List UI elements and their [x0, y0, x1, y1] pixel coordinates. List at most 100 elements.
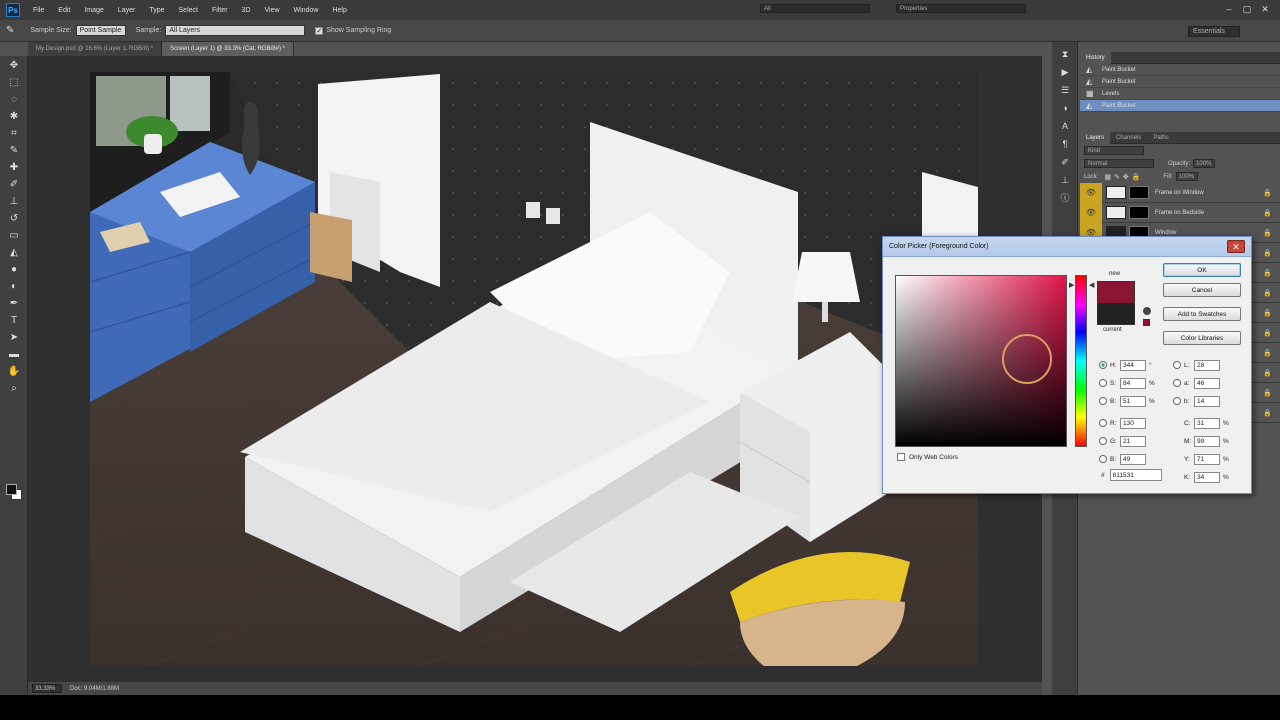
menu-file[interactable]: File [26, 7, 51, 14]
opacity-field[interactable]: 100% [1193, 159, 1216, 168]
tab-channels[interactable]: Channels [1110, 132, 1147, 144]
black-field[interactable]: 34 [1194, 471, 1220, 483]
layer-row[interactable]: 👁 Frame on Bedside 🔒 [1080, 202, 1280, 223]
history-brush-icon[interactable]: ↺ [6, 212, 22, 226]
web-safe-warning-icon[interactable] [1143, 319, 1150, 326]
web-colors-checkbox[interactable] [897, 453, 905, 461]
color-libraries-button[interactable]: Color Libraries [1163, 331, 1241, 345]
tab-my-design[interactable]: My Design.psd @ 16.6% (Layer 1, RGB/8) * [28, 42, 163, 56]
blur-tool-icon[interactable]: ● [6, 263, 22, 277]
blue-field[interactable]: 49 [1120, 453, 1146, 465]
lasso-tool-icon[interactable]: ◌ [6, 93, 22, 107]
green-radio[interactable] [1099, 437, 1107, 445]
adjustments-panel-icon[interactable]: ◑ [1058, 102, 1072, 114]
workspace-select[interactable]: Essentials [1188, 26, 1240, 37]
actions-panel-icon[interactable]: ▶ [1058, 66, 1072, 78]
doc-size[interactable]: Doc: 9.04M/1.88M [70, 686, 119, 692]
paragraph-panel-icon[interactable]: ¶ [1058, 138, 1072, 150]
dodge-tool-icon[interactable]: ◐ [6, 280, 22, 294]
yellow-field[interactable]: 71 [1194, 453, 1220, 465]
lab-l-radio[interactable] [1173, 361, 1181, 369]
red-radio[interactable] [1099, 419, 1107, 427]
move-tool-icon[interactable]: ✥ [6, 59, 22, 73]
marquee-tool-icon[interactable]: ⬚ [6, 76, 22, 90]
menu-view[interactable]: View [258, 7, 287, 14]
shape-tool-icon[interactable]: ▬ [6, 348, 22, 362]
properties-panel-icon[interactable]: ☰ [1058, 84, 1072, 96]
lab-a-radio[interactable] [1173, 379, 1181, 387]
zoom-level[interactable]: 33.33% [32, 684, 62, 693]
show-ring-checkbox[interactable]: ✓ [315, 26, 324, 35]
brush-tool-icon[interactable]: ✐ [6, 178, 22, 192]
stamp-tool-icon[interactable]: ⊥ [6, 195, 22, 209]
dialog-close-button[interactable]: ✕ [1227, 240, 1245, 253]
close-icon[interactable]: ✕ [1258, 3, 1272, 15]
brush-panel-icon[interactable]: ✐ [1058, 156, 1072, 168]
visibility-eye-icon[interactable]: 👁 [1080, 202, 1102, 223]
menu-window[interactable]: Window [287, 7, 326, 14]
history-item[interactable]: ◭ Paint Bucket [1080, 76, 1280, 88]
fill-field[interactable]: 100% [1175, 172, 1198, 181]
blue-radio[interactable] [1099, 455, 1107, 463]
cancel-button[interactable]: Cancel [1163, 283, 1241, 297]
layer-mask-thumbnail[interactable] [1129, 206, 1149, 219]
saturation-radio[interactable] [1099, 379, 1107, 387]
menu-filter[interactable]: Filter [205, 7, 235, 14]
green-field[interactable]: 21 [1120, 435, 1146, 447]
minimize-icon[interactable]: – [1222, 3, 1236, 15]
info-panel-icon[interactable]: ⓘ [1058, 192, 1072, 204]
sample-size-select[interactable]: Point Sample [75, 25, 126, 36]
type-tool-icon[interactable]: T [6, 314, 22, 328]
lab-l-field[interactable]: 28 [1194, 359, 1220, 371]
sample-select[interactable]: All Layers [165, 25, 306, 36]
saturation-field[interactable]: 84 [1120, 377, 1146, 389]
menu-3d[interactable]: 3D [235, 7, 258, 14]
history-item[interactable]: ▦ Levels [1080, 88, 1280, 100]
channel-select[interactable]: All [760, 4, 870, 13]
blend-mode-select[interactable]: Normal [1084, 159, 1154, 168]
maximize-icon[interactable]: ▢ [1240, 3, 1254, 15]
clone-source-icon[interactable]: ⊥ [1058, 174, 1072, 186]
saturation-brightness-field[interactable] [895, 275, 1067, 447]
visibility-eye-icon[interactable]: 👁 [1080, 182, 1102, 203]
healing-tool-icon[interactable]: ✚ [6, 161, 22, 175]
history-item-selected[interactable]: ◭ Paint Bucket [1080, 100, 1280, 112]
cyan-field[interactable]: 31 [1194, 417, 1220, 429]
layer-mask-thumbnail[interactable] [1129, 186, 1149, 199]
history-item[interactable]: ◭ Paint Bucket [1080, 64, 1280, 76]
menu-image[interactable]: Image [77, 7, 110, 14]
quick-select-tool-icon[interactable]: ✱ [6, 110, 22, 124]
brightness-radio[interactable] [1099, 397, 1107, 405]
current-color-swatch[interactable] [1097, 303, 1135, 325]
tab-layers[interactable]: Layers [1080, 131, 1111, 144]
layer-kind-filter[interactable]: Kind [1084, 146, 1144, 155]
hand-tool-icon[interactable]: ✋ [6, 365, 22, 379]
add-to-swatches-button[interactable]: Add to Swatches [1163, 307, 1241, 321]
menu-help[interactable]: Help [325, 7, 353, 14]
properties-tab[interactable]: Properties [896, 4, 1026, 13]
menu-select[interactable]: Select [172, 7, 205, 14]
ok-button[interactable]: OK [1163, 263, 1241, 277]
lock-icons[interactable]: ▦✎✥🔒 [1104, 173, 1143, 181]
menu-type[interactable]: Type [142, 7, 171, 14]
tab-screen[interactable]: Screen (Layer 1) @ 33.3% (Cat, RGB/8#) * [162, 42, 294, 56]
eraser-tool-icon[interactable]: ▭ [6, 229, 22, 243]
history-panel-icon[interactable]: ⧗ [1058, 48, 1072, 60]
brightness-field[interactable]: 51 [1120, 395, 1146, 407]
hue-field[interactable]: 344 [1120, 359, 1146, 371]
lab-b-field[interactable]: 14 [1194, 395, 1220, 407]
hue-arrow-right-icon[interactable]: ◀ [1089, 281, 1094, 289]
hue-arrow-left-icon[interactable]: ▶ [1069, 281, 1074, 289]
layer-thumbnail[interactable] [1106, 206, 1126, 219]
path-select-icon[interactable]: ➤ [6, 331, 22, 345]
tab-history[interactable]: History [1080, 51, 1111, 64]
tab-paths[interactable]: Paths [1147, 132, 1174, 144]
hue-radio[interactable] [1099, 361, 1107, 369]
lab-b-radio[interactable] [1173, 397, 1181, 405]
foreground-color-swatch[interactable] [6, 484, 17, 495]
menu-edit[interactable]: Edit [51, 7, 77, 14]
zoom-tool-icon[interactable]: ⌕ [6, 382, 22, 396]
eyedropper-tool-icon[interactable]: ✎ [6, 144, 22, 158]
character-panel-icon[interactable]: A [1058, 120, 1072, 132]
magenta-field[interactable]: 99 [1194, 435, 1220, 447]
